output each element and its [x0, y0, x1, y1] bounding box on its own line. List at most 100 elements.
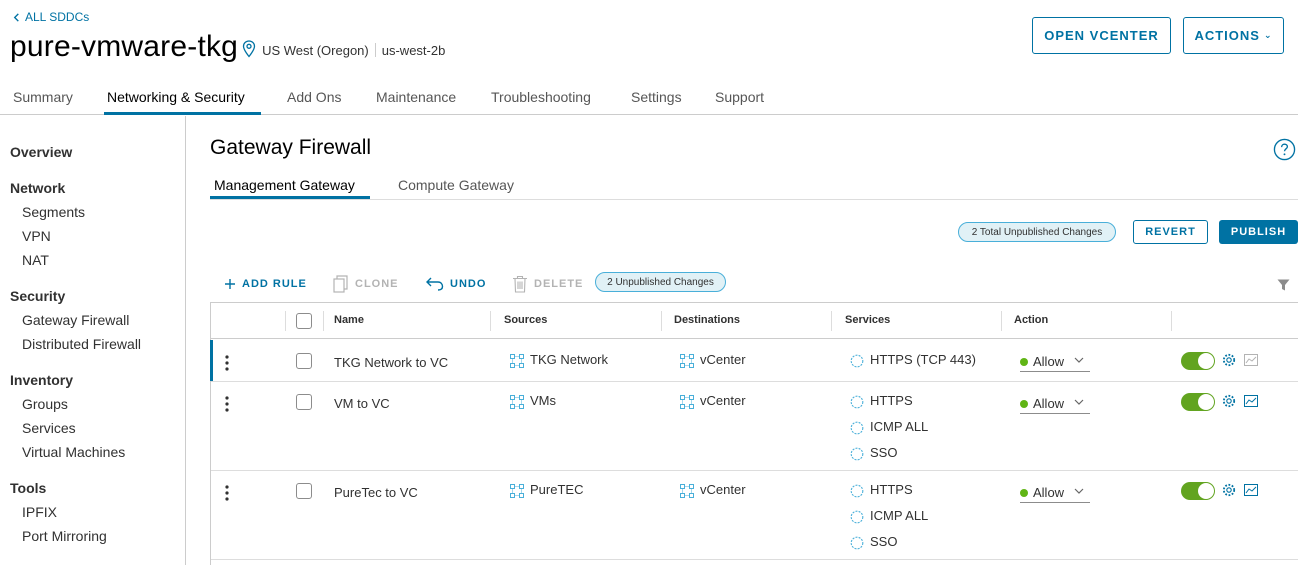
service-icon	[850, 354, 864, 368]
sidebar-item-vpn[interactable]: VPN	[22, 228, 51, 244]
chart-icon[interactable]	[1244, 395, 1258, 407]
sidebar-item-ipfix[interactable]: IPFIX	[22, 504, 57, 520]
action-select[interactable]: Allow	[1020, 483, 1090, 503]
firewall-rules-table: Name Sources Destinations Services Actio…	[210, 302, 1298, 565]
plus-icon	[225, 279, 235, 289]
allow-status-dot	[1020, 489, 1028, 497]
sidebar-item-services[interactable]: Services	[22, 420, 76, 436]
rule-source[interactable]: VMs	[530, 393, 556, 408]
add-rule-button[interactable]: ADD RULE	[224, 275, 307, 293]
publish-button[interactable]: PUBLISH	[1219, 220, 1298, 244]
revert-button[interactable]: REVERT	[1133, 220, 1208, 244]
page-title: pure-vmware-tkg	[10, 30, 239, 63]
rule-service[interactable]: HTTPS (TCP 443)	[870, 352, 976, 367]
rule-service[interactable]: SSO	[870, 445, 897, 460]
tab-settings[interactable]: Settings	[631, 89, 682, 105]
chevron-down-icon	[1074, 399, 1084, 405]
rule-name[interactable]: TKG Network to VC	[334, 355, 448, 370]
action-select[interactable]: Allow	[1020, 394, 1090, 414]
filter-icon[interactable]	[1277, 279, 1290, 291]
clone-button[interactable]: CLONE	[333, 275, 399, 293]
unpublished-changes-badge: 2 Unpublished Changes	[595, 272, 726, 292]
sidebar-item-port-mirroring[interactable]: Port Mirroring	[22, 528, 107, 544]
rule-destination[interactable]: vCenter	[700, 393, 746, 408]
column-header-destinations[interactable]: Destinations	[674, 314, 740, 326]
group-icon	[510, 354, 524, 368]
sidebar-item-overview[interactable]: Overview	[10, 144, 72, 160]
sidebar-item-gateway-firewall[interactable]: Gateway Firewall	[22, 312, 129, 328]
actions-dropdown-button[interactable]: ACTIONS ⌄	[1183, 17, 1284, 54]
tab-management-gateway[interactable]: Management Gateway	[214, 177, 355, 193]
rule-service[interactable]: HTTPS	[870, 393, 913, 408]
column-header-sources[interactable]: Sources	[504, 314, 547, 326]
column-divider	[323, 311, 324, 331]
rule-source[interactable]: PureTEC	[530, 482, 583, 497]
column-divider	[285, 311, 286, 331]
sidebar-item-distributed-firewall[interactable]: Distributed Firewall	[22, 336, 141, 352]
gear-icon[interactable]	[1222, 483, 1236, 497]
table-row[interactable]: PureTec to VC PureTEC vCenter HTTPS ICMP…	[211, 471, 1298, 560]
service-icon	[850, 447, 864, 461]
chart-icon	[1244, 354, 1258, 366]
chart-icon[interactable]	[1244, 484, 1258, 496]
sidebar-item-segments[interactable]: Segments	[22, 204, 85, 220]
actions-label: ACTIONS	[1194, 28, 1260, 43]
help-icon[interactable]	[1273, 138, 1296, 161]
rule-source[interactable]: TKG Network	[530, 352, 608, 367]
action-value: Allow	[1033, 354, 1065, 369]
column-divider	[1001, 311, 1002, 331]
service-icon	[850, 536, 864, 550]
rule-service[interactable]: SSO	[870, 534, 897, 549]
delete-button[interactable]: DELETE	[512, 275, 583, 293]
rule-enabled-toggle[interactable]	[1181, 393, 1215, 411]
tab-support[interactable]: Support	[715, 89, 764, 105]
sidebar-item-virtual-machines[interactable]: Virtual Machines	[22, 444, 125, 460]
column-header-name[interactable]: Name	[334, 314, 364, 326]
sidebar: Overview Network Segments VPN NAT Securi…	[0, 116, 186, 565]
row-menu-icon[interactable]	[225, 396, 229, 412]
gateway-tab-bar: Management Gateway Compute Gateway	[210, 170, 1298, 200]
rule-destination[interactable]: vCenter	[700, 482, 746, 497]
action-value: Allow	[1033, 396, 1065, 411]
table-row[interactable]: VM to VC VMs vCenter HTTPS ICMP ALL SSO …	[211, 382, 1298, 471]
rule-service[interactable]: ICMP ALL	[870, 508, 928, 523]
service-icon	[850, 484, 864, 498]
action-select[interactable]: Allow	[1020, 352, 1090, 372]
rule-enabled-toggle[interactable]	[1181, 482, 1215, 500]
sidebar-item-groups[interactable]: Groups	[22, 396, 68, 412]
row-checkbox[interactable]	[296, 353, 312, 369]
row-checkbox[interactable]	[296, 483, 312, 499]
column-header-action[interactable]: Action	[1014, 314, 1048, 326]
divider	[374, 43, 376, 57]
open-vcenter-button[interactable]: OPEN VCENTER	[1032, 17, 1171, 54]
rule-service[interactable]: HTTPS	[870, 482, 913, 497]
rule-destination[interactable]: vCenter	[700, 352, 746, 367]
rule-service[interactable]: ICMP ALL	[870, 419, 928, 434]
rule-name[interactable]: PureTec to VC	[334, 485, 418, 500]
undo-button[interactable]: UNDO	[426, 275, 486, 293]
tab-troubleshooting[interactable]: Troubleshooting	[491, 89, 591, 105]
back-to-all-sddcs-link[interactable]: ALL SDDCs	[12, 10, 89, 24]
rule-enabled-toggle[interactable]	[1181, 352, 1215, 370]
allow-status-dot	[1020, 358, 1028, 366]
table-row[interactable]: TKG Network to VC TKG Network vCenter HT…	[210, 340, 1298, 382]
allow-status-dot	[1020, 400, 1028, 408]
sidebar-item-nat[interactable]: NAT	[22, 252, 49, 268]
row-checkbox[interactable]	[296, 394, 312, 410]
gear-icon[interactable]	[1222, 353, 1236, 367]
tab-networking-security[interactable]: Networking & Security	[107, 89, 245, 105]
column-header-services[interactable]: Services	[845, 314, 890, 326]
row-menu-icon[interactable]	[225, 485, 229, 501]
row-menu-icon[interactable]	[225, 355, 229, 371]
group-icon	[680, 354, 694, 368]
gear-icon[interactable]	[1222, 394, 1236, 408]
tab-add-ons[interactable]: Add Ons	[287, 89, 341, 105]
location-pin-icon	[242, 40, 256, 58]
tab-maintenance[interactable]: Maintenance	[376, 89, 456, 105]
tab-summary[interactable]: Summary	[13, 89, 73, 105]
rule-name[interactable]: VM to VC	[334, 396, 390, 411]
column-divider	[490, 311, 491, 331]
select-all-checkbox[interactable]	[296, 313, 312, 329]
sidebar-heading-inventory: Inventory	[10, 372, 74, 388]
tab-compute-gateway[interactable]: Compute Gateway	[398, 177, 514, 193]
